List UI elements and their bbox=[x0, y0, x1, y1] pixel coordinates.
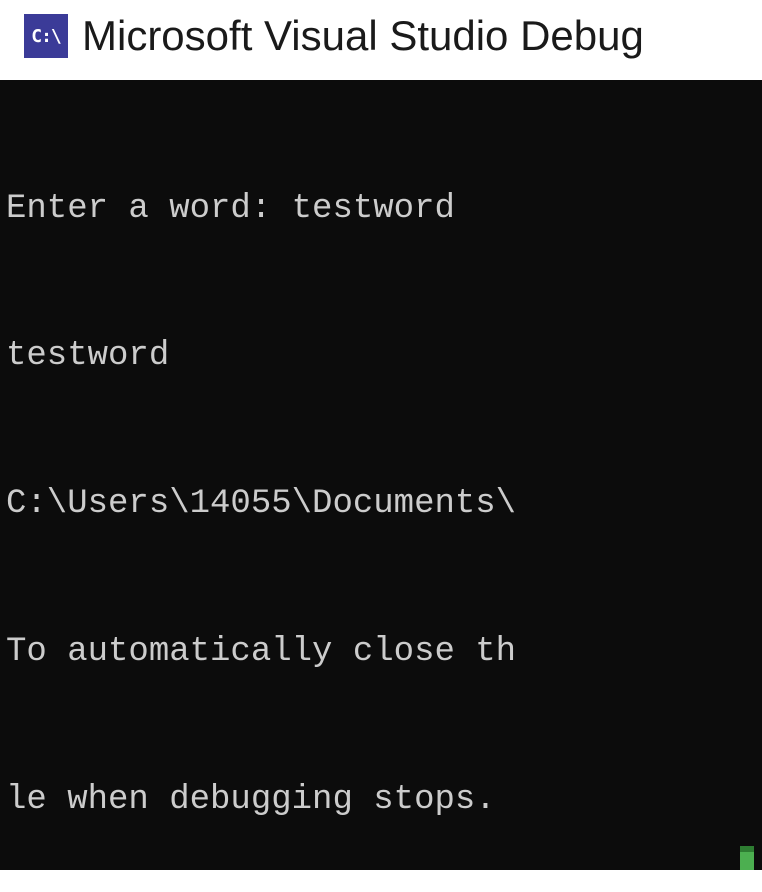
window-title: Microsoft Visual Studio Debug bbox=[82, 12, 644, 60]
window-titlebar: C:\ Microsoft Visual Studio Debug bbox=[0, 0, 762, 80]
console-output[interactable]: Enter a word: testword testword C:\Users… bbox=[0, 80, 762, 870]
console-line: testword bbox=[6, 332, 756, 381]
console-line: C:\Users\14055\Documents\ bbox=[6, 480, 756, 529]
console-icon: C:\ bbox=[24, 14, 68, 58]
scrollbar-marker[interactable] bbox=[740, 846, 754, 870]
console-line: le when debugging stops. bbox=[6, 776, 756, 825]
console-icon-label: C:\ bbox=[31, 26, 61, 47]
console-line: To automatically close th bbox=[6, 628, 756, 677]
console-line: Enter a word: testword bbox=[6, 185, 756, 234]
